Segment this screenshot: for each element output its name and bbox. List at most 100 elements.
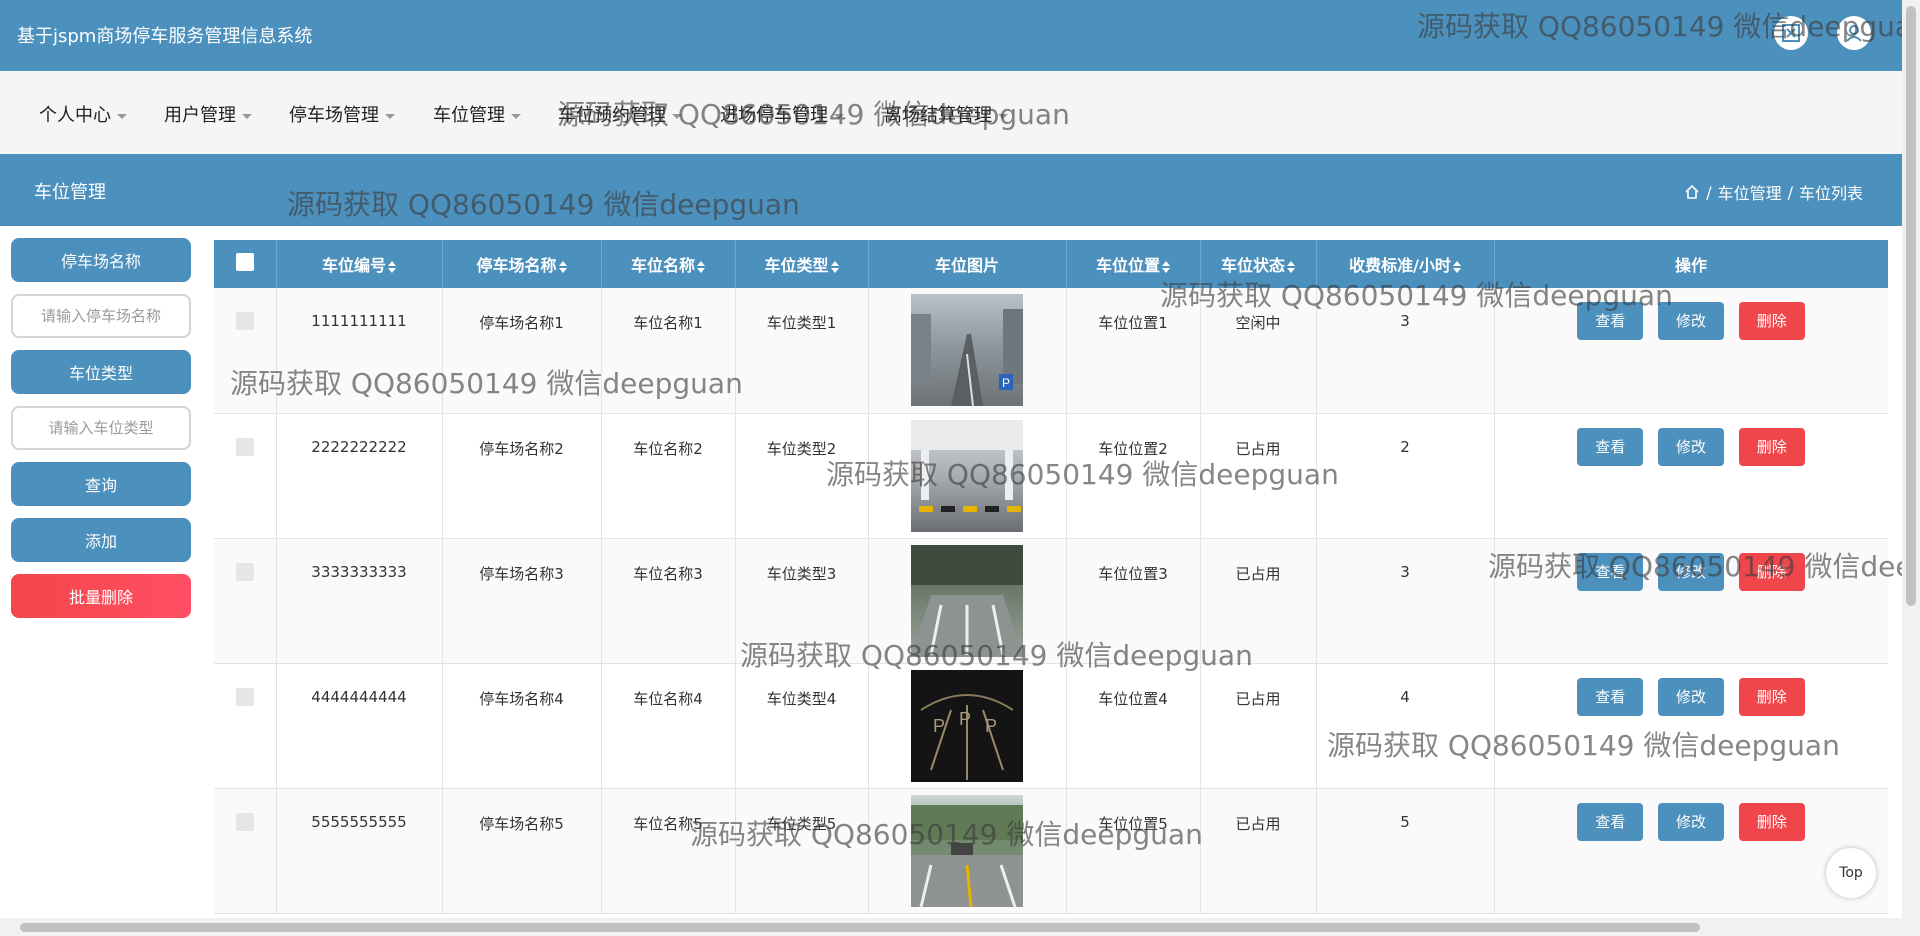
user-icon[interactable] (1837, 16, 1871, 50)
lot-name-label: 停车场名称 (11, 238, 191, 282)
space-table: 车位编号 停车场名称 车位名称 车位类型 车位图片 车位位置 车位状态 收费标准… (214, 240, 1888, 920)
main-nav: 个人中心 用户管理 停车场管理 车位管理 车位预约管理 进场停车管理 离场结算管… (0, 71, 1920, 154)
column-header-type[interactable]: 车位类型 (735, 240, 869, 288)
sort-icon[interactable] (1162, 260, 1170, 273)
batch-delete-button[interactable]: 批量删除 (11, 574, 191, 618)
cell-lot: 停车场名称5 (442, 788, 602, 914)
space-image: P (911, 294, 1023, 406)
cell-position: 车位位置2 (1066, 413, 1201, 539)
edit-button[interactable]: 修改 (1658, 427, 1724, 466)
edit-button[interactable]: 修改 (1658, 552, 1724, 591)
row-checkbox[interactable] (235, 812, 254, 831)
cell-status: 已占用 (1200, 413, 1317, 539)
query-button[interactable]: 查询 (11, 462, 191, 506)
table-row: 3333333333 停车场名称3 车位名称3 车位类型3 车位位置3 已占用 … (214, 538, 1888, 664)
row-checkbox[interactable] (235, 562, 254, 581)
nav-item-reservation-management[interactable]: 车位预约管理 (558, 101, 682, 127)
space-image: PPP (911, 669, 1023, 782)
row-checkbox[interactable] (235, 312, 254, 330)
view-button[interactable]: 查看 (1577, 552, 1644, 591)
cell-lot: 停车场名称1 (442, 288, 602, 414)
delete-button[interactable]: 删除 (1738, 677, 1805, 716)
nav-item-exit-settlement[interactable]: 离场结算管理 (884, 101, 1008, 127)
edit-button[interactable]: 修改 (1658, 802, 1724, 841)
back-to-top-button[interactable]: Top (1826, 848, 1876, 898)
home-icon[interactable] (1684, 184, 1700, 200)
delete-button[interactable]: 删除 (1738, 302, 1805, 340)
cell-position: 车位位置3 (1066, 538, 1201, 664)
cell-status: 已占用 (1200, 538, 1317, 664)
close-icon[interactable] (1774, 16, 1808, 50)
delete-button[interactable]: 删除 (1738, 552, 1805, 591)
cell-status: 已占用 (1200, 788, 1317, 914)
table-row: 2222222222 停车场名称2 车位名称2 车位类型2 车位位置2 已占用 … (214, 413, 1888, 539)
column-header-name[interactable]: 车位名称 (601, 240, 736, 288)
cell-position: 车位位置4 (1066, 663, 1201, 789)
scrollbar-thumb[interactable] (20, 923, 1700, 932)
cell-id: 4444444444 (276, 663, 443, 789)
cell-fee: 3 (1316, 288, 1495, 414)
nav-item-entry-management[interactable]: 进场停车管理 (720, 101, 844, 127)
cell-fee: 2 (1316, 413, 1495, 539)
chevron-down-icon (511, 113, 521, 119)
cell-type: 车位类型3 (735, 538, 869, 664)
page-header: 车位管理 / 车位管理 / 车位列表 (0, 154, 1920, 226)
cell-type: 车位类型5 (735, 788, 869, 914)
edit-button[interactable]: 修改 (1658, 302, 1724, 340)
table-header: 车位编号 停车场名称 车位名称 车位类型 车位图片 车位位置 车位状态 收费标准… (214, 240, 1888, 288)
cell-type: 车位类型2 (735, 413, 869, 539)
nav-item-user-management[interactable]: 用户管理 (164, 101, 252, 127)
space-image (911, 544, 1023, 657)
breadcrumb-item-space-management[interactable]: 车位管理 (1718, 180, 1782, 204)
nav-item-parking-lot-management[interactable]: 停车场管理 (289, 101, 395, 127)
space-type-input[interactable] (11, 406, 191, 450)
breadcrumb: / 车位管理 / 车位列表 (1684, 180, 1863, 204)
lot-name-input[interactable] (11, 294, 191, 338)
page-title: 车位管理 (34, 182, 106, 203)
view-button[interactable]: 查看 (1577, 802, 1644, 841)
row-checkbox[interactable] (235, 437, 254, 456)
cell-lot: 停车场名称4 (442, 663, 602, 789)
sort-icon[interactable] (697, 260, 705, 273)
cell-name: 车位名称1 (601, 288, 736, 414)
vertical-scrollbar[interactable] (1902, 0, 1920, 920)
cell-fee: 5 (1316, 788, 1495, 914)
top-bar: 基于jspm商场停车服务管理信息系统 (0, 0, 1920, 71)
column-header-lot[interactable]: 停车场名称 (442, 240, 602, 288)
delete-button[interactable]: 删除 (1738, 802, 1805, 841)
view-button[interactable]: 查看 (1577, 302, 1644, 340)
sort-icon[interactable] (1452, 260, 1461, 273)
column-header-id[interactable]: 车位编号 (276, 240, 443, 288)
view-button[interactable]: 查看 (1577, 677, 1644, 716)
cell-position: 车位位置1 (1066, 288, 1201, 414)
space-image (911, 794, 1023, 907)
cell-id: 3333333333 (276, 538, 443, 664)
select-all-checkbox[interactable] (235, 253, 254, 271)
cell-type: 车位类型1 (735, 288, 869, 414)
horizontal-scrollbar[interactable] (0, 918, 1920, 936)
svg-text:P: P (1002, 376, 1010, 390)
svg-text:P: P (959, 709, 971, 729)
cell-id: 5555555555 (276, 788, 443, 914)
edit-button[interactable]: 修改 (1658, 677, 1724, 716)
sort-icon[interactable] (388, 260, 396, 273)
table-row: 4444444444 停车场名称4 车位名称4 车位类型4 PPP 车位位置4 … (214, 663, 1888, 789)
nav-item-space-management[interactable]: 车位管理 (433, 101, 521, 127)
column-header-fee[interactable]: 收费标准/小时 (1316, 240, 1495, 288)
sort-icon[interactable] (1287, 260, 1295, 273)
chevron-down-icon (998, 113, 1008, 119)
row-checkbox[interactable] (235, 687, 254, 706)
nav-item-personal-center[interactable]: 个人中心 (39, 101, 127, 127)
view-button[interactable]: 查看 (1577, 427, 1644, 466)
add-button[interactable]: 添加 (11, 518, 191, 562)
cell-position: 车位位置5 (1066, 788, 1201, 914)
column-header-status[interactable]: 车位状态 (1200, 240, 1317, 288)
scrollbar-thumb[interactable] (1906, 6, 1916, 606)
table-row: 5555555555 停车场名称5 车位名称5 车位类型5 车位位置5 已占用 … (214, 788, 1888, 914)
delete-button[interactable]: 删除 (1738, 427, 1805, 466)
cell-type: 车位类型4 (735, 663, 869, 789)
column-header-position[interactable]: 车位位置 (1066, 240, 1201, 288)
sort-icon[interactable] (558, 260, 567, 273)
sort-icon[interactable] (830, 260, 839, 273)
column-header-actions: 操作 (1494, 240, 1888, 288)
